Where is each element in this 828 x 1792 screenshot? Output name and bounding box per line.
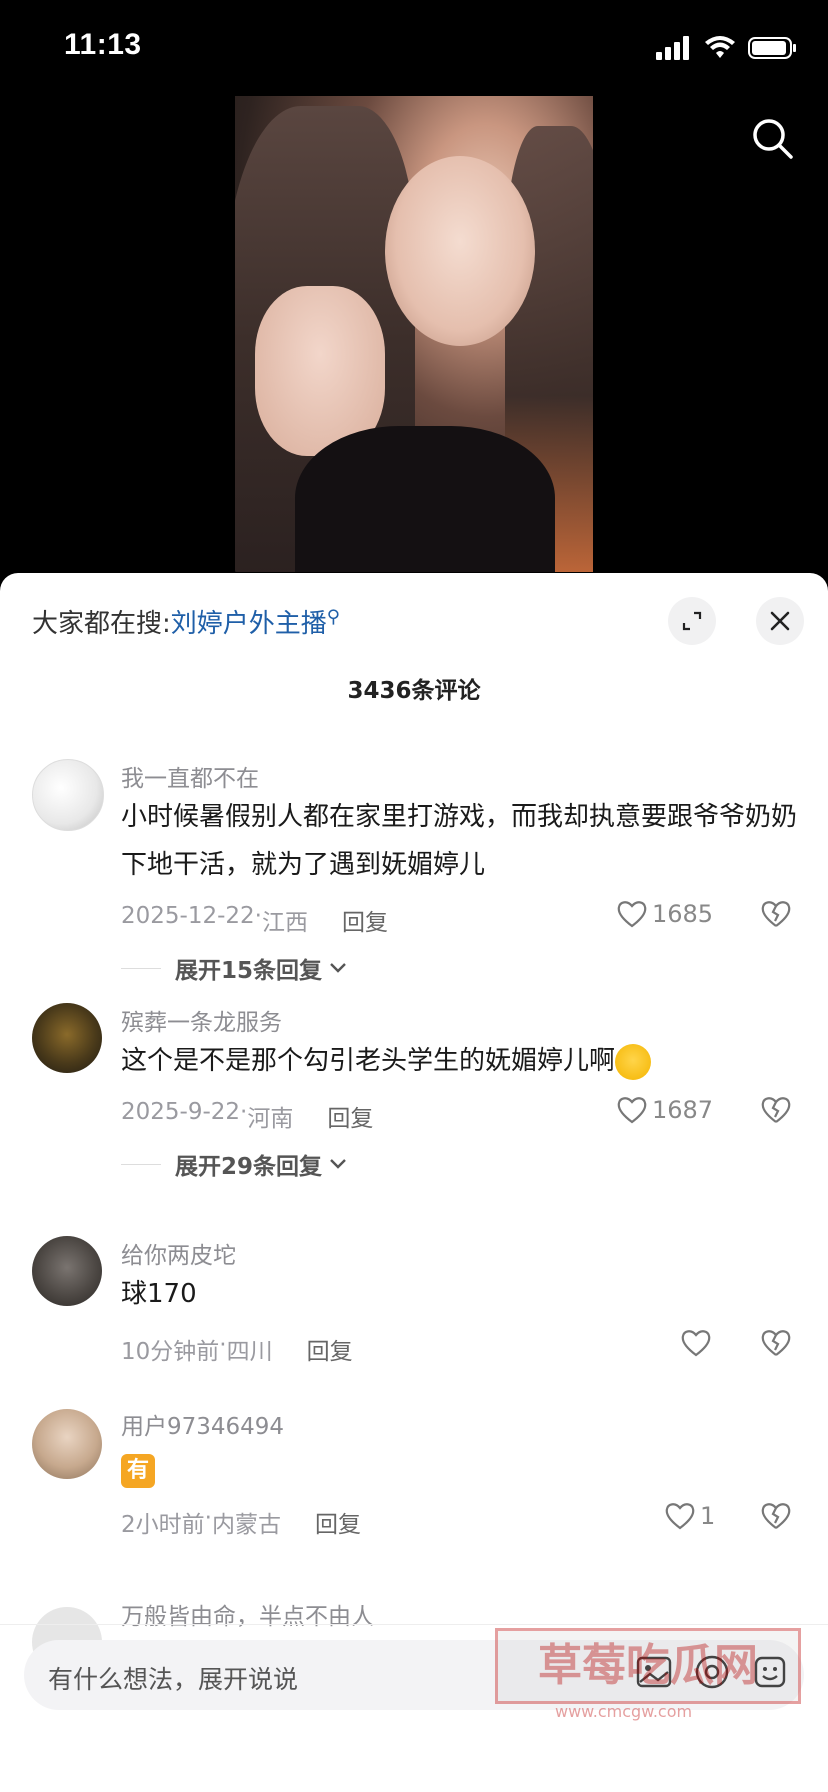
watermark: 草莓吃瓜网 www.cmcgw.com: [495, 1620, 801, 1730]
expand-button[interactable]: [668, 597, 716, 645]
expand-replies-label: 展开15条回复: [175, 958, 323, 984]
like-count: 1: [700, 1502, 716, 1530]
avatar[interactable]: [32, 1003, 102, 1073]
broken-heart-icon: [761, 1503, 791, 1529]
like-button[interactable]: 1685: [616, 899, 713, 929]
status-time: 11:13: [64, 28, 142, 61]
heart-icon: [617, 1097, 647, 1124]
dislike-button[interactable]: [760, 1328, 792, 1362]
comment-username[interactable]: 我一直都不在: [121, 759, 259, 793]
broken-heart-icon: [761, 1097, 791, 1123]
comment-date: 2025-12-22: [121, 903, 255, 929]
avatar[interactable]: [32, 759, 104, 831]
comment-username[interactable]: 万般皆由命，半点不由人: [121, 1597, 374, 1631]
close-button[interactable]: [756, 597, 804, 645]
reply-button[interactable]: 回复: [315, 1505, 361, 1539]
reply-button[interactable]: 回复: [342, 903, 388, 937]
comment-username[interactable]: 给你两皮坨: [121, 1236, 236, 1270]
watermark-url: www.cmcgw.com: [555, 1702, 693, 1721]
reply-button[interactable]: 回复: [307, 1332, 353, 1366]
meta-separator: ·: [240, 1099, 248, 1125]
divider: [121, 1163, 161, 1165]
comment-text: 小时候暑假别人都在家里打游戏，而我却执意要跟爷爷奶奶下地干活，就为了遇到妩媚婷儿: [121, 802, 798, 880]
hot-search-prefix: 大家都在搜:: [32, 609, 171, 639]
comment-text: 有: [121, 1445, 798, 1493]
expand-icon: [682, 611, 702, 631]
close-icon: [770, 611, 790, 631]
search-icon: [753, 119, 793, 159]
video-player[interactable]: [0, 96, 828, 576]
avatar[interactable]: [32, 1236, 102, 1306]
chevron-down-icon: [330, 963, 346, 973]
comment-meta: 2小时前 · 内蒙古 回复: [121, 1505, 361, 1539]
comment-date: 10分钟前: [121, 1339, 220, 1365]
comment-sheet: 大家都在搜:刘婷户外主播⚲ 3436条评论 我一直都不在 小时候暑假别人都在家里…: [0, 573, 828, 1792]
comment-username[interactable]: 用户97346494: [121, 1407, 284, 1441]
like-count: 1685: [652, 900, 714, 928]
comment-text: 球170: [121, 1279, 197, 1309]
comment-meta: 2025-9-22 · 河南 回复: [121, 1099, 373, 1133]
search-small-icon: ⚲: [326, 606, 340, 628]
wifi-icon: [705, 36, 735, 58]
meta-separator: ·: [219, 1332, 227, 1358]
like-button[interactable]: 1687: [616, 1095, 713, 1125]
divider: [121, 967, 161, 969]
video-thumbnail[interactable]: [235, 96, 593, 572]
watermark-logo: 草莓吃瓜网: [495, 1628, 801, 1704]
search-button[interactable]: [750, 116, 794, 164]
heart-icon: [617, 901, 647, 928]
hot-search-term[interactable]: 刘婷户外主播: [171, 609, 327, 639]
meta-separator: ·: [254, 903, 262, 929]
comment-date: 2025-9-22: [121, 1099, 241, 1125]
avatar[interactable]: [32, 1409, 102, 1479]
broken-heart-icon: [761, 1330, 791, 1356]
reply-button[interactable]: 回复: [327, 1099, 373, 1133]
battery-icon: [748, 37, 796, 59]
meta-separator: ·: [204, 1505, 212, 1531]
comment-text: 这个是不是那个勾引老头学生的妩媚婷儿啊: [121, 1037, 798, 1085]
comment-location: 江西: [261, 910, 308, 936]
dislike-button[interactable]: [760, 1501, 792, 1535]
dislike-button[interactable]: [760, 1095, 792, 1129]
expand-replies-label: 展开29条回复: [175, 1154, 323, 1180]
comment-location: 河南: [247, 1106, 294, 1132]
comment-text-badge: 有: [121, 1454, 156, 1488]
thumb-shape: [385, 156, 535, 346]
comment-location: 四川: [226, 1339, 273, 1365]
comment-date: 2小时前: [121, 1512, 205, 1538]
like-count: 1687: [652, 1096, 714, 1124]
heart-icon: [681, 1330, 711, 1357]
hot-search[interactable]: 大家都在搜:刘婷户外主播⚲: [32, 603, 340, 640]
broken-heart-icon: [761, 901, 791, 927]
comment-meta: 2025-12-22 · 江西 回复: [121, 903, 388, 937]
comment-meta: 10分钟前 · 四川 回复: [121, 1332, 353, 1366]
like-button[interactable]: [680, 1328, 712, 1358]
comment-text-content: 这个是不是那个勾引老头学生的妩媚婷儿啊: [121, 1046, 616, 1076]
like-button[interactable]: 1: [664, 1501, 715, 1531]
chevron-down-icon: [330, 1159, 346, 1169]
signal-icon: [656, 36, 689, 60]
expand-replies-button[interactable]: 展开29条回复: [121, 1147, 348, 1181]
comment-username[interactable]: 殡葬一条龙服务: [121, 1003, 282, 1037]
thumb-shape: [295, 426, 555, 572]
status-icons: [656, 36, 798, 60]
dislike-button[interactable]: [760, 899, 792, 933]
expand-replies-button[interactable]: 展开15条回复: [121, 951, 348, 985]
comment-location: 内蒙古: [211, 1512, 281, 1538]
heart-icon: [665, 1503, 695, 1530]
status-bar: 11:13: [0, 0, 828, 96]
comment-count: 3436条评论: [347, 678, 481, 704]
laugh-cry-emoji-icon: [615, 1043, 652, 1080]
comment-input-placeholder[interactable]: 有什么想法，展开说说: [48, 1660, 298, 1696]
